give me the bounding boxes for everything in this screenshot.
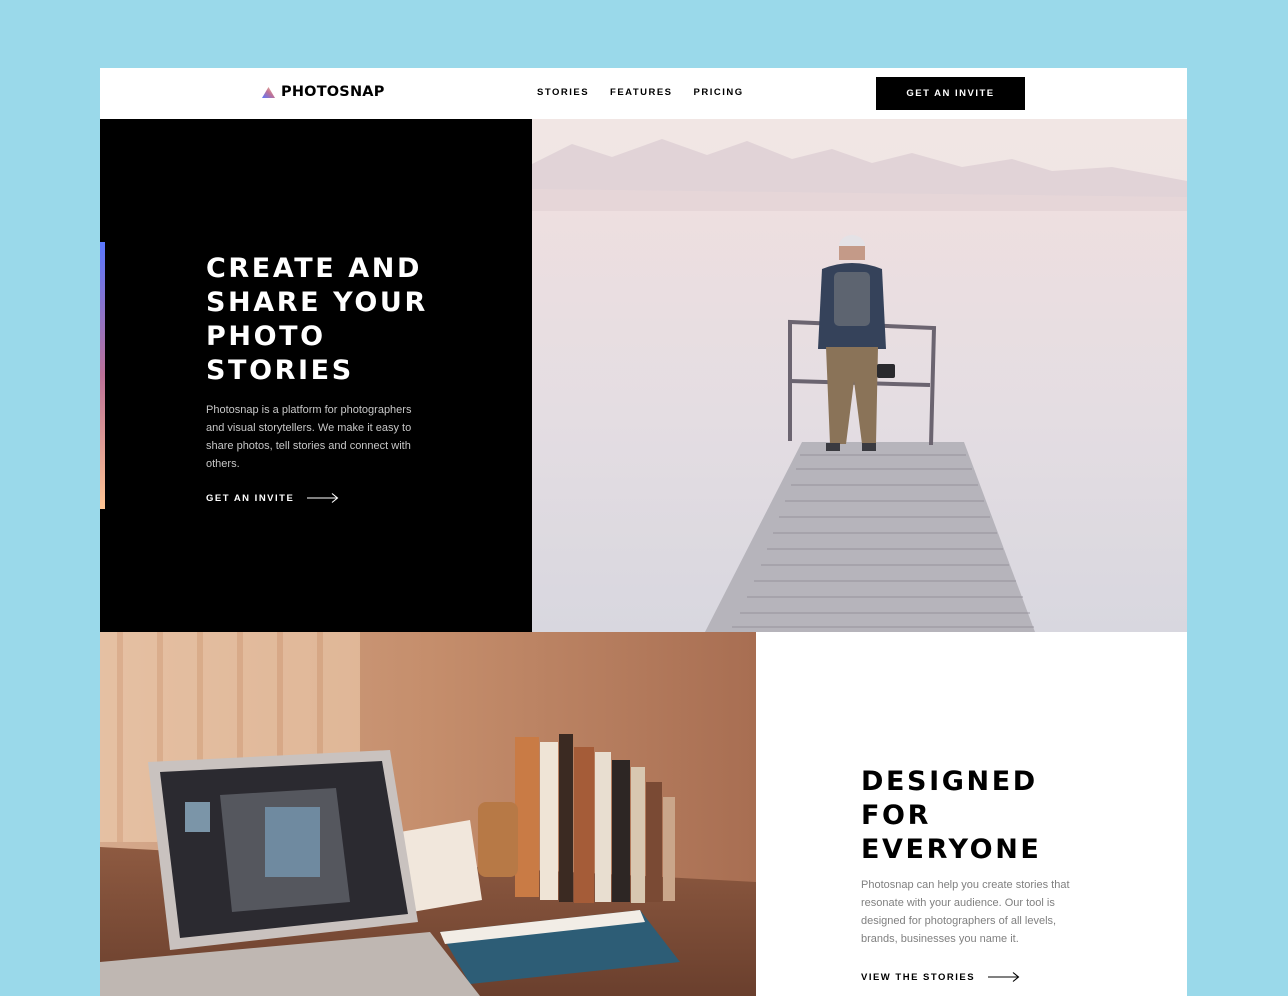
accent-gradient-bar <box>100 242 105 509</box>
logo[interactable]: PHOTOSNAP <box>262 84 385 100</box>
main-nav: STORIES FEATURES PRICING <box>537 87 744 98</box>
desk-photo <box>100 632 756 996</box>
logo-triangle-icon <box>262 86 275 98</box>
lake-pier-illustration <box>532 119 1187 632</box>
nav-stories[interactable]: STORIES <box>537 87 589 98</box>
view-stories-label: VIEW THE STORIES <box>861 971 976 983</box>
view-stories-link[interactable]: VIEW THE STORIES <box>861 971 1020 983</box>
designed-description: Photosnap can help you create stories th… <box>861 879 1070 945</box>
logo-text: PHOTOSNAP <box>281 84 385 100</box>
arrow-right-icon <box>307 493 339 503</box>
hero-invite-link[interactable]: GET AN INVITE <box>206 492 339 504</box>
designed-title-line: DESIGNED <box>861 766 1038 797</box>
hero-title-line: SHARE YOUR <box>206 287 428 318</box>
laptop-desk-illustration <box>100 632 756 996</box>
page-frame: PHOTOSNAP STORIES FEATURES PRICING GET A… <box>100 68 1187 996</box>
hero-text-panel: CREATE AND SHARE YOUR PHOTO STORIES Phot… <box>100 119 532 632</box>
arrow-right-icon <box>988 972 1020 982</box>
hero-title: CREATE AND SHARE YOUR PHOTO STORIES <box>206 252 446 388</box>
site-header: PHOTOSNAP STORIES FEATURES PRICING GET A… <box>100 68 1187 119</box>
designed-section: DESIGNED FOR EVERYONE Photosnap can help… <box>756 632 1187 996</box>
designed-title: DESIGNED FOR EVERYONE <box>861 765 1061 867</box>
nav-pricing[interactable]: PRICING <box>694 87 744 98</box>
designed-title-line: EVERYONE <box>861 834 1042 865</box>
get-invite-button[interactable]: GET AN INVITE <box>876 77 1025 110</box>
hero-description: Photosnap is a platform for photographer… <box>206 404 412 470</box>
hero-link-label: GET AN INVITE <box>206 492 295 504</box>
nav-features[interactable]: FEATURES <box>610 87 673 98</box>
designed-title-line: FOR <box>861 800 931 831</box>
hero-photo <box>532 119 1187 632</box>
hero-title-line: PHOTO <box>206 321 326 352</box>
hero-title-line: CREATE AND <box>206 253 423 284</box>
hero-title-line: STORIES <box>206 355 354 386</box>
